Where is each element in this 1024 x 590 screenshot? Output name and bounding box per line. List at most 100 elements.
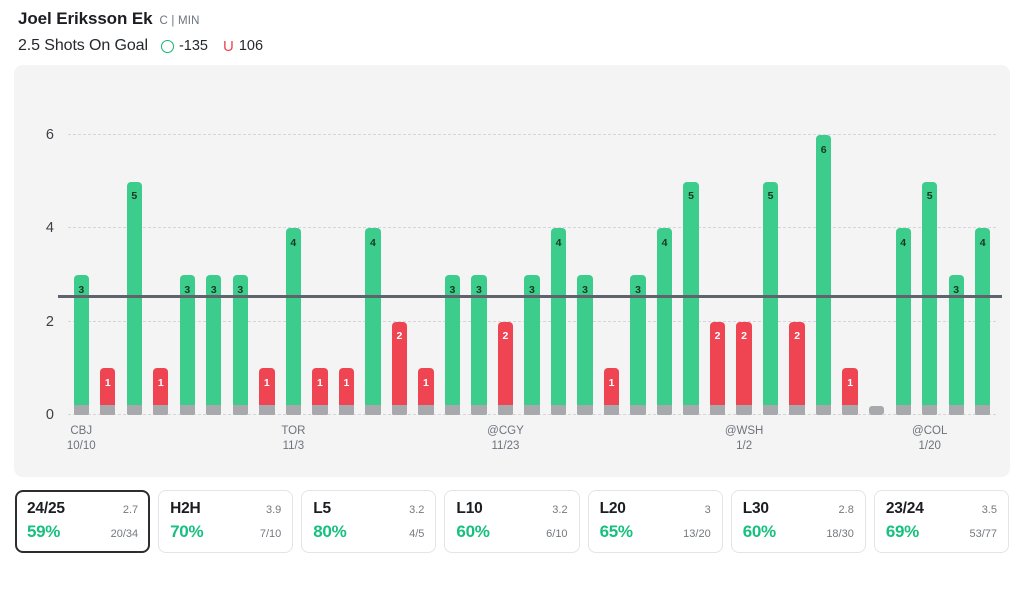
- bar-baseline-stub: [365, 405, 381, 415]
- bar-value-label: 1: [316, 376, 323, 389]
- stat-card-l10[interactable]: L10 3.2 60% 6/10: [444, 490, 580, 553]
- bar-baseline-stub: [922, 405, 938, 415]
- bar-wrapper: 2: [709, 107, 726, 415]
- over-odds-button[interactable]: -135: [160, 38, 208, 54]
- bar-slot[interactable]: 4: [545, 107, 572, 415]
- bar-baseline-stub: [762, 405, 779, 415]
- y-axis-tick: 0: [45, 407, 54, 423]
- bar-slot[interactable]: 3: [439, 107, 466, 415]
- card-key-label: H2H: [170, 500, 201, 517]
- bar-value-label: 1: [263, 376, 270, 389]
- card-hit-percentage: 65%: [599, 522, 633, 541]
- bar-wrapper: [868, 107, 885, 415]
- stat-card-l5[interactable]: L5 3.2 80% 4/5: [301, 490, 437, 553]
- bar-slot[interactable]: 3: [625, 107, 652, 415]
- bar-wrapper: 5: [683, 107, 699, 415]
- bar-wrapper: 3: [179, 107, 195, 415]
- x-axis-label: TOR 11/3: [258, 424, 328, 453]
- x-axis-label-date: 1/2: [736, 439, 753, 452]
- card-average-value: 3.5: [981, 504, 997, 516]
- under-odds-button[interactable]: U 106: [223, 38, 263, 54]
- stat-card-l20[interactable]: L20 3 65% 13/20: [587, 490, 723, 553]
- bar-slot[interactable]: 3: [227, 107, 254, 415]
- bar-baseline-stub: [73, 405, 89, 415]
- bar[interactable]: [895, 228, 911, 415]
- bar-slot[interactable]: 5: [121, 107, 148, 415]
- bar-slot[interactable]: 2: [386, 107, 413, 415]
- bar[interactable]: [285, 228, 302, 415]
- bar-slot[interactable]: 2: [731, 107, 758, 415]
- bar[interactable]: [868, 406, 885, 415]
- bar-slot[interactable]: 1: [598, 107, 625, 415]
- bar-wrapper: 1: [603, 107, 620, 415]
- bar-wrapper: 4: [975, 107, 991, 415]
- bar-slot[interactable]: 6: [810, 107, 837, 415]
- card-key-label: L10: [456, 500, 483, 517]
- bar-slot[interactable]: 1: [307, 107, 334, 415]
- bar-slot[interactable]: 4: [280, 107, 307, 415]
- card-average-value: 2.7: [122, 504, 139, 516]
- bar-slot[interactable]: 1: [95, 107, 122, 415]
- bar[interactable]: [656, 228, 673, 415]
- card-average-value: 3.9: [265, 504, 282, 516]
- bar-slot[interactable]: 1: [254, 107, 281, 415]
- bar[interactable]: [550, 228, 567, 415]
- bar-value-label: 3: [237, 283, 244, 296]
- bar[interactable]: [815, 135, 832, 415]
- bar-slot[interactable]: 4: [890, 107, 917, 415]
- bar-slot[interactable]: 4: [969, 107, 996, 415]
- bar-slot[interactable]: 3: [68, 107, 95, 415]
- bar-value-label: 1: [608, 376, 615, 389]
- bar-baseline-stub: [975, 405, 991, 415]
- bar-value-label: 3: [953, 283, 960, 296]
- bar[interactable]: [975, 228, 991, 415]
- bar-slot[interactable]: 5: [916, 107, 943, 415]
- bar-baseline-stub: [100, 405, 116, 415]
- bar-slot[interactable]: 2: [704, 107, 731, 415]
- stat-card-24-25[interactable]: 24/25 2.7 59% 20/34: [15, 490, 151, 553]
- bar-baseline-stub: [126, 405, 142, 415]
- x-axis-label: @CGY 11/23: [470, 424, 540, 453]
- bar-wrapper: 1: [312, 107, 328, 415]
- y-axis-tick: 2: [45, 313, 54, 330]
- bar-slot[interactable]: 5: [757, 107, 784, 415]
- stat-card-23-24[interactable]: 23/24 3.5 69% 53/77: [873, 490, 1009, 553]
- card-hit-percentage: 70%: [170, 522, 204, 541]
- bar-value-label: 4: [290, 236, 297, 249]
- bar-slot[interactable]: 1: [333, 107, 360, 415]
- bar-slot[interactable]: 3: [519, 107, 546, 415]
- bar-wrapper: 1: [338, 107, 355, 415]
- bar-value-label: 3: [582, 283, 588, 296]
- bar-slot[interactable]: 3: [572, 107, 599, 415]
- stat-card-h2h[interactable]: H2H 3.9 70% 7/10: [158, 490, 294, 553]
- bar-slot[interactable]: 1: [837, 107, 864, 415]
- bar-slot[interactable]: [863, 107, 890, 415]
- stat-card-widget: Joel Eriksson Ek C | MIN 2.5 Shots On Go…: [0, 0, 1024, 590]
- bar-slot[interactable]: 4: [360, 107, 387, 415]
- bar-baseline-stub: [789, 405, 805, 415]
- bar-value-label: 2: [502, 330, 509, 343]
- bar-value-label: 4: [555, 236, 562, 249]
- bar-slot[interactable]: 3: [943, 107, 970, 415]
- bar-baseline-stub: [895, 405, 911, 415]
- bar-slot[interactable]: 4: [651, 107, 678, 415]
- card-average-value: 2.8: [838, 504, 854, 516]
- y-axis-tick: 4: [45, 220, 54, 237]
- card-key-label: L20: [599, 500, 626, 517]
- bar-slot[interactable]: 5: [678, 107, 705, 415]
- bar-slot[interactable]: 3: [466, 107, 493, 415]
- x-axis-label-team: TOR: [281, 425, 306, 437]
- bar-slot[interactable]: 3: [201, 107, 228, 415]
- bar-value-label: 3: [476, 283, 482, 296]
- bar-slot[interactable]: 1: [148, 107, 175, 415]
- bar-slot[interactable]: 3: [174, 107, 201, 415]
- bar[interactable]: [365, 228, 381, 415]
- bar-slot[interactable]: 2: [492, 107, 519, 415]
- bar-wrapper: 3: [577, 107, 593, 415]
- bar-slot[interactable]: 2: [784, 107, 811, 415]
- bar-slot[interactable]: 1: [413, 107, 440, 415]
- card-hit-percentage: 60%: [456, 522, 490, 541]
- stat-card-l30[interactable]: L30 2.8 60% 18/30: [730, 490, 866, 553]
- bar-baseline-stub: [312, 405, 328, 415]
- bar-baseline-stub: [656, 405, 673, 415]
